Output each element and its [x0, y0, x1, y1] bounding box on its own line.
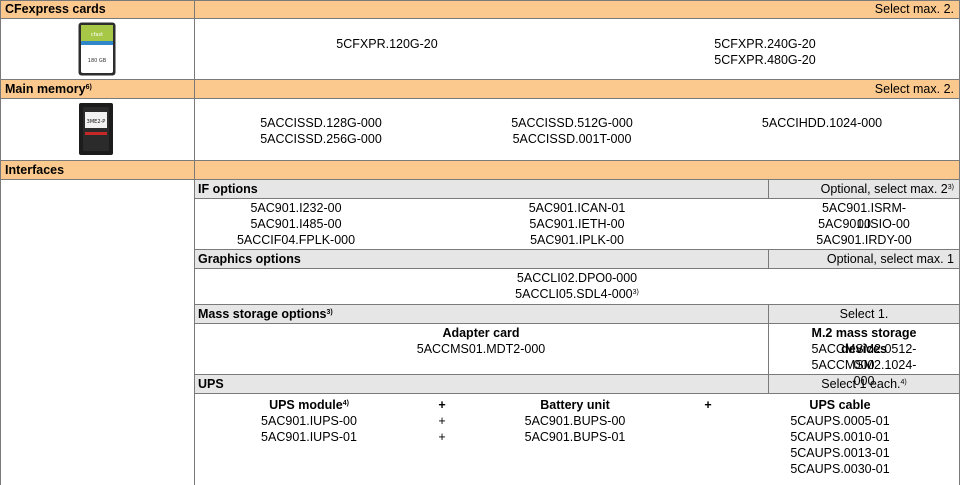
if-options-col2: 5AC901.ICAN-01 5AC901.IETH-00 5AC901.IPL…: [529, 200, 626, 248]
ups-module-title: UPS module4): [269, 398, 349, 412]
if-options-col1: 5AC901.I232-00 5AC901.I485-00 5ACCIF04.F…: [237, 200, 355, 248]
card-capacity-label: 180 GB: [88, 58, 107, 64]
if-options-col3: 5AC901.ISRM-00 5AC901.ISIO-00 5AC901.IRD…: [816, 200, 912, 248]
graphics-note: Optional, select max. 1: [826, 252, 954, 266]
graphics-items: 5ACCLI02.DPO0-000 5ACCLI05.SDL4-0003): [515, 270, 639, 302]
list-item: 5CAUPS.0013-01: [790, 446, 890, 460]
footnote-ref: 6): [85, 84, 92, 91]
list-item: 5AC901.I485-00: [250, 217, 342, 231]
cfexpress-title: CFexpress cards: [5, 2, 106, 16]
footnote-ref: 4): [342, 400, 349, 407]
memory-title: Main memory6): [5, 82, 92, 96]
list-item: 5ACCISSD.001T-000: [512, 132, 632, 146]
ups-cable-title: UPS cable: [809, 398, 871, 412]
card-brand-label: cfast: [91, 32, 103, 38]
memory-col2: 5ACCISSD.512G-000 5ACCISSD.001T-000: [511, 115, 633, 147]
memory-header-row: [0, 79, 960, 98]
if-options-title: IF options: [198, 182, 258, 196]
list-item: 5AC901.ISRM-00: [821, 201, 907, 231]
plus-sign: +: [438, 414, 446, 428]
plus-sign: +: [438, 398, 446, 412]
cfexpress-col1: 5CFXPR.120G-20: [336, 36, 437, 52]
ssd-image: 3ME2-P: [78, 102, 114, 156]
battery-unit-column: Battery unit 5AC901.BUPS-00 5AC901.BUPS-…: [525, 397, 626, 445]
memory-col1: 5ACCISSD.128G-000 5ACCISSD.256G-000: [260, 115, 382, 147]
list-item: 5AC901.BUPS-01: [524, 430, 626, 444]
ups-cable-column: UPS cable 5CAUPS.0005-01 5CAUPS.0010-01 …: [790, 397, 889, 477]
ups-note: Select 1 each.4): [821, 377, 907, 391]
list-item: 5AC901.BUPS-00: [524, 414, 626, 428]
list-item: 5CAUPS.0010-01: [790, 430, 890, 444]
footnote-ref: 4): [900, 379, 907, 386]
mass-storage-note: Select 1.: [839, 307, 889, 321]
list-item: 5ACCLI05.SDL4-0003): [515, 287, 639, 301]
list-item: 5AC901.IRDY-00: [816, 233, 912, 247]
list-item: 5ACCIF04.FPLK-000: [236, 233, 356, 247]
list-item: 5ACCISSD.512G-000: [511, 116, 633, 130]
list-item: 5AC901.I232-00: [250, 201, 342, 215]
interfaces-title: Interfaces: [5, 163, 65, 177]
list-item: 5CAUPS.0030-01: [790, 462, 890, 476]
m2-devices-title: M.2 mass storage devices: [811, 326, 917, 356]
list-item: 5ACCISSD.256G-000: [260, 132, 382, 146]
graphics-title: Graphics options: [198, 252, 301, 266]
footnote-ref: 3): [632, 289, 639, 296]
list-item: 5AC901.IUPS-01: [261, 430, 357, 444]
memory-note: Select max. 2.: [874, 82, 954, 96]
list-item: 5CAUPS.0005-01: [790, 414, 890, 428]
interfaces-header-row: [0, 160, 960, 179]
list-item: 5CFXPR.120G-20: [336, 37, 438, 51]
list-item: 5ACCLI02.DPO0-000: [516, 271, 638, 285]
list-item: 5ACCMS01.MDT2-000: [416, 342, 546, 356]
adapter-card-column: Adapter card 5ACCMS01.MDT2-000: [417, 325, 546, 357]
list-item: 5ACCISSD.128G-000: [260, 116, 382, 130]
ups-module-column: UPS module4) 5AC901.IUPS-00 5AC901.IUPS-…: [261, 397, 357, 445]
footnote-ref: 3): [947, 184, 954, 191]
cfexpress-header-row: [0, 0, 960, 18]
footnote-ref: 3): [326, 309, 333, 316]
plus-column-1: + + +: [438, 397, 445, 445]
list-item: 5ACCMSM2.1024-000: [811, 358, 917, 388]
adapter-card-title: Adapter card: [442, 326, 520, 340]
memory-col3: 5ACCIHDD.1024-000: [762, 115, 882, 131]
list-item: 5AC901.IUPS-00: [261, 414, 357, 428]
battery-unit-title: Battery unit: [540, 398, 610, 412]
cfexpress-note: Select max. 2.: [874, 2, 954, 16]
list-item: 5CFXPR.480G-20: [714, 53, 816, 67]
list-item: 5AC901.IETH-00: [529, 217, 625, 231]
list-item: 5ACCMSM2.0512-000: [811, 342, 917, 372]
plus-sign: +: [438, 430, 446, 444]
list-item: 5CFXPR.240G-20: [714, 37, 816, 51]
list-item: 5ACCIHDD.1024-000: [761, 116, 883, 130]
plus-sign: +: [704, 398, 712, 412]
m2-devices-column: M.2 mass storage devices 5ACCMSM2.0512-0…: [811, 325, 917, 388]
list-item: 5AC901.IPLK-00: [530, 233, 624, 247]
if-options-note: Optional, select max. 23): [820, 182, 954, 196]
list-item: 5AC901.ISIO-00: [818, 217, 910, 231]
ssd-label: 3ME2-P: [87, 119, 106, 125]
cfexpress-card-image: cfast 180 GB: [78, 22, 116, 76]
cfexpress-col2: 5CFXPR.240G-20 5CFXPR.480G-20: [714, 36, 815, 68]
configuration-table: CFexpress cards Select max. 2. cfast 180…: [0, 0, 960, 485]
mass-storage-title: Mass storage options3): [198, 307, 333, 321]
ups-title: UPS: [198, 377, 224, 391]
list-item: 5AC901.ICAN-01: [528, 201, 626, 215]
plus-column-2: +: [704, 397, 711, 413]
